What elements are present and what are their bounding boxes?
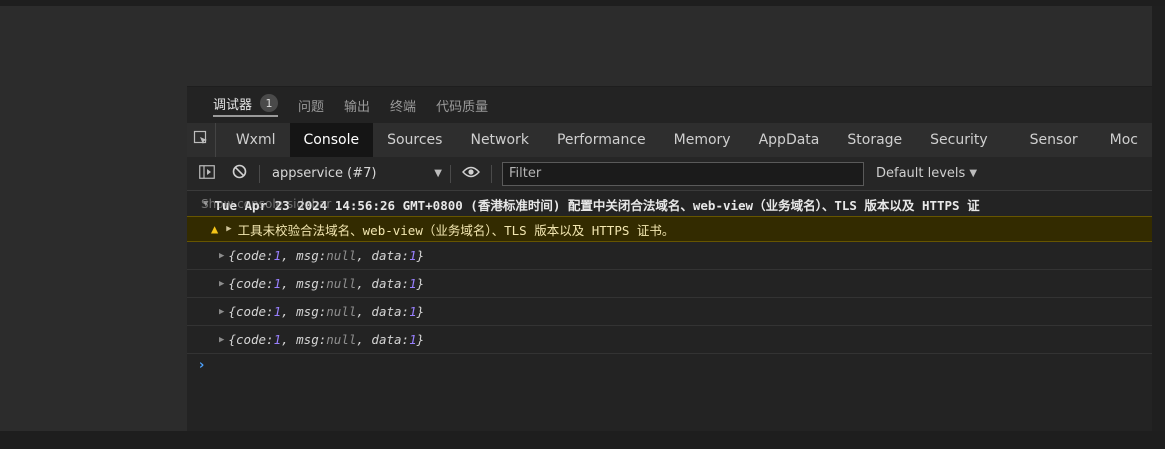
log-data-value: 1 [409,304,417,319]
devtab-wxml[interactable]: Wxml [222,123,290,157]
toolbar-divider [259,164,260,183]
tab-terminal-label: 终端 [390,99,417,115]
chevron-down-icon: ▼ [434,168,442,179]
tab-issues-label: 问题 [298,99,325,115]
devtab-storage[interactable]: Storage [833,123,916,157]
devtab-console[interactable]: Console [289,123,374,157]
inspect-element-button[interactable] [187,123,216,157]
expand-triangle-icon: ▶ [226,224,232,234]
debugger-panel: 调试器 1 问题 输出 终端 代码质量 Wxml Console Sources… [187,87,1152,431]
toolbar-divider [450,164,451,183]
tab-debugger-label: 调试器 [213,97,253,113]
eye-icon [462,166,480,182]
chevron-down-icon: ▼ [969,168,978,179]
tab-debugger[interactable]: 调试器 1 [213,94,279,117]
log-code-value: 1 [273,276,282,291]
console-group-header[interactable]: ▼ Tue Apr 23 2024 14:56:26 GMT+0800 (香港标… [187,192,1152,216]
log-levels-label: Default levels [876,166,966,181]
console-log-row[interactable]: ▶ {code: 1, msg: null, data: 1} [187,242,1152,270]
sidebar-toggle-icon [199,164,215,183]
devtab-memory[interactable]: Memory [660,123,745,157]
devtab-sensor[interactable]: Sensor [1016,123,1096,157]
warning-message: 工具未校验合法域名、web-view（业务域名）、TLS 版本以及 HTTPS … [237,222,675,238]
scrollbar-gutter[interactable] [1152,6,1165,431]
log-msg-value: null [326,332,357,347]
log-data-value: 1 [409,332,417,347]
tab-output-label: 输出 [344,99,371,115]
simulator-pane [0,6,187,431]
tab-code-quality[interactable]: 代码质量 [436,96,488,115]
console-output: ▼ Tue Apr 23 2024 14:56:26 GMT+0800 (香港标… [187,192,1152,431]
clear-console-button[interactable] [223,157,255,191]
expand-triangle-icon: ▶ [219,306,225,317]
console-toolbar: appservice (#7) ▼ Default levels ▼ [187,157,1152,191]
console-log-row[interactable]: ▶ {code: 1, msg: null, data: 1} [187,326,1152,354]
console-log-row[interactable]: ▶ {code: 1, msg: null, data: 1} [187,298,1152,326]
panel-tab-bar: 调试器 1 问题 输出 终端 代码质量 [187,87,1152,123]
console-prompt[interactable]: › [187,354,1152,376]
prompt-chevron-icon: › [199,357,205,373]
log-levels-dropdown[interactable]: Default levels ▼ [876,166,977,181]
tab-code-quality-label: 代码质量 [436,99,489,115]
sidebar-toggle-button[interactable] [191,157,223,191]
expand-triangle-icon: ▶ [219,278,225,289]
warning-icon: ▲ [211,222,219,236]
devtab-security[interactable]: Security [916,123,1016,157]
tab-output[interactable]: 输出 [344,96,370,115]
live-expression-button[interactable] [455,157,487,191]
console-log-row[interactable]: ▶ {code: 1, msg: null, data: 1} [187,270,1152,298]
devtools-tab-bar: Wxml Console Sources Network Performance… [187,123,1152,157]
log-data-value: 1 [409,248,417,263]
filter-input[interactable] [502,161,864,186]
log-code-value: 1 [273,248,282,263]
tab-badge-count: 1 [260,94,279,112]
log-msg-value: null [326,276,357,291]
context-label: appservice (#7) [272,166,377,181]
expand-triangle-icon: ▶ [219,250,225,261]
tab-issues[interactable]: 问题 [298,96,324,115]
devtab-performance[interactable]: Performance [543,123,660,157]
sidebar-tooltip: Show console sidebar [201,197,332,211]
devtab-mock[interactable]: Moc [1096,123,1152,157]
log-msg-value: null [326,248,357,263]
clear-console-icon [232,164,247,183]
console-warning-row[interactable]: ▲ ▶ 工具未校验合法域名、web-view（业务域名）、TLS 版本以及 HT… [187,216,1152,242]
tab-terminal[interactable]: 终端 [390,96,416,115]
inspect-element-icon [193,130,209,150]
log-msg-value: null [326,304,357,319]
log-code-value: 1 [273,304,282,319]
execution-context-select[interactable]: appservice (#7) ▼ [264,166,442,181]
devtab-network[interactable]: Network [456,123,542,157]
log-code-value: 1 [273,332,282,347]
editor-area [187,6,1152,86]
toolbar-divider [491,164,492,183]
devtab-appdata[interactable]: AppData [745,123,834,157]
app-window: 调试器 1 问题 输出 终端 代码质量 Wxml Console Sources… [0,0,1165,449]
devtab-sources[interactable]: Sources [373,123,456,157]
log-data-value: 1 [409,276,417,291]
expand-triangle-icon: ▶ [219,334,225,345]
